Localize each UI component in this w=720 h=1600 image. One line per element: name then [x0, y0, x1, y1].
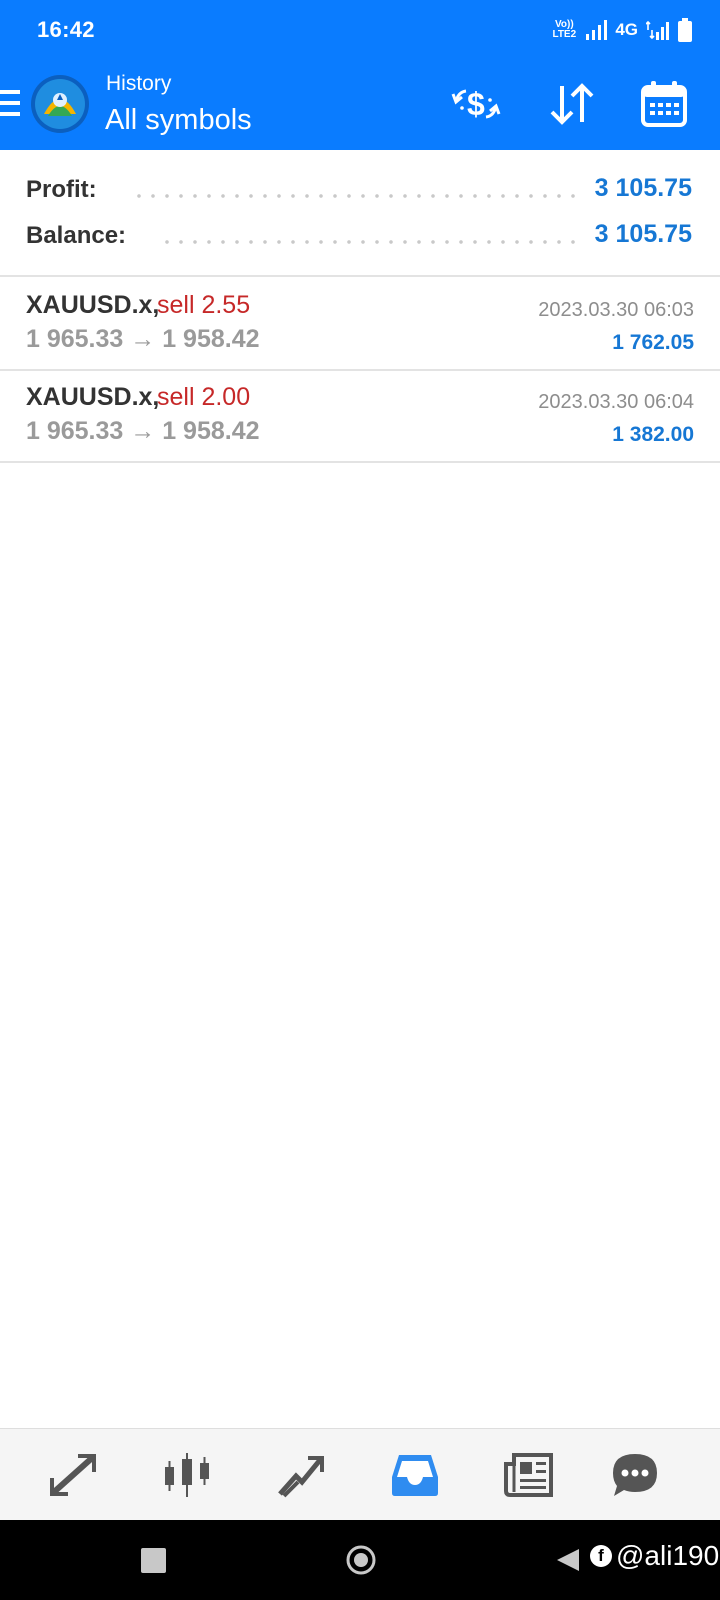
deal-profit: 1 382.00 — [612, 423, 694, 446]
profit-row: Profit: 3 105.75 — [0, 172, 720, 212]
menu-icon[interactable] — [0, 90, 20, 120]
profit-value: 3 105.75 — [594, 174, 692, 202]
back-button[interactable] — [555, 1547, 581, 1573]
history-icon — [392, 1455, 438, 1496]
bottom-tab-bar — [0, 1428, 720, 1520]
deposit-withdraw-button[interactable]: $ — [448, 78, 504, 130]
deal-type: sell 2.55 — [157, 291, 251, 319]
signal-2-icon — [646, 20, 669, 40]
header-title: All symbols — [105, 104, 252, 136]
deal-symbol: XAUUSD.x, — [26, 291, 160, 319]
trade-icon — [278, 1456, 324, 1498]
tab-news[interactable] — [499, 1445, 559, 1505]
watermark: f @ali190 — [590, 1540, 719, 1572]
sort-arrows-icon — [550, 83, 594, 125]
app-header: History All symbols $ — [0, 60, 720, 150]
home-button[interactable] — [346, 1545, 376, 1575]
deal-symbol: XAUUSD.x, — [26, 383, 160, 411]
tab-trade[interactable] — [271, 1445, 331, 1505]
dotted-leader — [160, 240, 580, 244]
deal-type: sell 2.00 — [157, 383, 251, 411]
tab-chart[interactable] — [157, 1445, 217, 1505]
deal-time: 2023.03.30 06:04 — [538, 391, 694, 413]
dotted-leader — [132, 194, 580, 198]
balance-label: Balance: — [26, 222, 127, 249]
balance-value: 3 105.75 — [594, 220, 692, 248]
volte-icon: Vo)) LTE2 — [552, 19, 577, 40]
dollar-exchange-icon: $ — [451, 86, 501, 122]
deal-row[interactable]: XAUUSD.x, sell 2.55 1 965.33 → 1 958.42 … — [0, 279, 720, 371]
tab-messages[interactable] — [605, 1445, 665, 1505]
deal-row[interactable]: XAUUSD.x, sell 2.00 1 965.33 → 1 958.42 … — [0, 371, 720, 463]
battery-icon — [678, 18, 692, 42]
watermark-text: @ali190 — [616, 1540, 720, 1571]
chat-icon — [613, 1454, 657, 1496]
deal-prices: 1 965.33 → 1 958.42 — [26, 417, 260, 445]
sort-button[interactable] — [544, 78, 600, 130]
app-logo — [31, 75, 89, 133]
system-nav-bar: f @ali190 — [0, 1520, 720, 1600]
deal-time: 2023.03.30 06:03 — [538, 299, 694, 321]
signal-icon — [586, 20, 608, 40]
balance-row: Balance: 3 105.75 — [0, 218, 720, 258]
calendar-button[interactable] — [636, 78, 692, 130]
status-icons: Vo)) LTE2 4G — [551, 16, 692, 44]
tab-quotes[interactable] — [43, 1445, 103, 1505]
facebook-icon: f — [590, 1545, 612, 1567]
network-type: 4G — [615, 20, 638, 39]
quotes-icon — [50, 1454, 96, 1496]
deal-profit: 1 762.05 — [612, 331, 694, 354]
profit-label: Profit: — [26, 176, 97, 203]
status-time: 16:42 — [37, 17, 95, 42]
header-subtitle: History — [106, 72, 172, 95]
tab-history[interactable] — [385, 1445, 445, 1505]
calendar-icon — [641, 81, 687, 127]
news-icon — [504, 1453, 553, 1497]
recents-button[interactable] — [141, 1548, 166, 1573]
chart-icon — [165, 1453, 209, 1497]
svg-text:$: $ — [467, 86, 485, 122]
deal-prices: 1 965.33 → 1 958.42 — [26, 325, 260, 353]
summary-panel: Profit: 3 105.75 Balance: 3 105.75 — [0, 150, 720, 277]
status-bar: 16:42 Vo)) LTE2 4G — [0, 0, 720, 60]
